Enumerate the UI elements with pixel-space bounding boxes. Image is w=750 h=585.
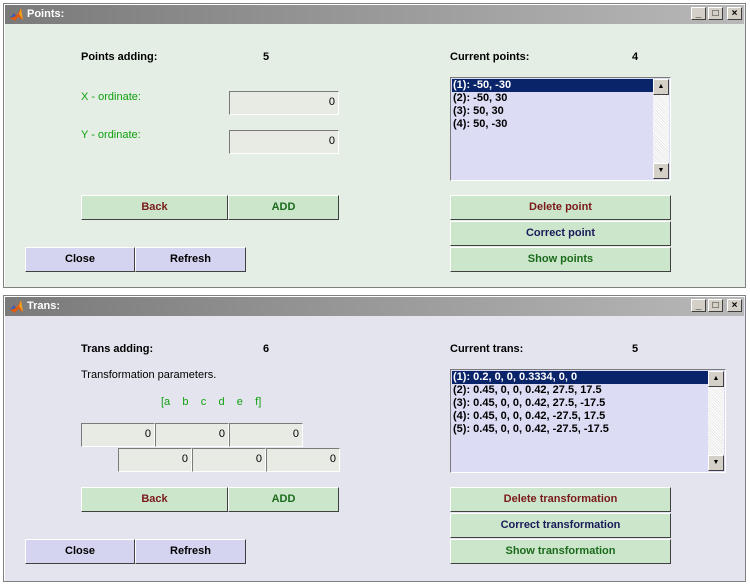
y-ordinate-input[interactable]: 0 [229,130,339,154]
add-point-button[interactable]: ADD [228,195,339,220]
points-window: Points: _ □ × Points adding: 5 X - ordin… [3,3,746,288]
list-item[interactable]: (5): 0.45, 0, 0, 0.42, -27.5, -17.5 [452,423,708,436]
back-button[interactable]: Back [81,195,228,220]
minimize-button[interactable]: _ [691,7,706,20]
refresh-button[interactable]: Refresh [135,247,246,272]
back-button[interactable]: Back [81,487,228,512]
close-button[interactable]: Close [25,539,135,564]
minimize-icon: _ [695,300,702,311]
correct-point-button[interactable]: Correct point [450,221,671,246]
delete-transformation-button[interactable]: Delete transformation [450,487,671,512]
transformation-parameters-label: Transformation parameters. [81,369,217,381]
trans-titlebar[interactable]: Trans: _ □ × [5,297,744,316]
points-scrollbar[interactable]: ▲ ▼ [653,79,669,179]
arrow-up-icon[interactable]: ▲ [653,79,669,95]
param-f-input[interactable]: 0 [266,448,340,472]
trans-window: Trans: _ □ × Trans adding: 6 Transformat… [3,295,746,582]
list-item[interactable]: (3): 50, 30 [452,105,653,118]
arrow-up-icon[interactable]: ▲ [708,371,724,387]
add-trans-button[interactable]: ADD [228,487,339,512]
current-points-count: 4 [632,51,639,63]
trans-list: (1): 0.2, 0, 0, 0.3334, 0, 0 (2): 0.45, … [452,371,708,436]
param-c-input[interactable]: 0 [229,423,303,447]
maximize-button[interactable]: □ [708,299,723,312]
points-adding-label: Points adding: [81,51,158,63]
points-window-title: Points: [27,8,65,20]
maximize-icon: □ [712,8,719,19]
current-points-listbox[interactable]: (1): -50, -30 (2): -50, 30 (3): 50, 30 (… [450,77,671,181]
parameter-names-label: [a b c d e f] [161,396,262,408]
list-item[interactable]: (1): 0.2, 0, 0, 0.3334, 0, 0 [452,371,708,384]
correct-transformation-button[interactable]: Correct transformation [450,513,671,538]
param-e-input[interactable]: 0 [192,448,266,472]
list-item[interactable]: (2): 0.45, 0, 0, 0.42, 27.5, 17.5 [452,384,708,397]
close-window-button[interactable]: × [727,299,742,312]
list-item[interactable]: (2): -50, 30 [452,92,653,105]
x-ordinate-label: X - ordinate: [81,91,141,103]
param-d-input[interactable]: 0 [118,448,192,472]
trans-window-title: Trans: [27,300,61,312]
show-transformation-button[interactable]: Show transformation [450,539,671,564]
current-trans-listbox[interactable]: (1): 0.2, 0, 0, 0.3334, 0, 0 (2): 0.45, … [450,369,726,473]
minimize-button[interactable]: _ [691,299,706,312]
trans-adding-value: 6 [263,343,270,355]
list-item[interactable]: (4): 0.45, 0, 0, 0.42, -27.5, 17.5 [452,410,708,423]
arrow-down-icon[interactable]: ▼ [708,455,724,471]
delete-point-button[interactable]: Delete point [450,195,671,220]
maximize-icon: □ [712,300,719,311]
points-list: (1): -50, -30 (2): -50, 30 (3): 50, 30 (… [452,79,653,131]
param-a-input[interactable]: 0 [81,423,155,447]
current-trans-label: Current trans: [450,343,524,355]
close-button[interactable]: Close [25,247,135,272]
trans-window-controls: _ □ × [689,299,742,314]
maximize-button[interactable]: □ [708,7,723,20]
matlab-logo-icon [10,8,23,21]
minimize-icon: _ [695,8,702,19]
refresh-button[interactable]: Refresh [135,539,246,564]
trans-adding-label: Trans adding: [81,343,154,355]
list-item[interactable]: (1): -50, -30 [452,79,653,92]
list-item[interactable]: (4): 50, -30 [452,118,653,131]
show-points-button[interactable]: Show points [450,247,671,272]
close-icon: × [731,8,738,19]
y-ordinate-label: Y - ordinate: [81,129,141,141]
close-icon: × [731,300,738,311]
list-item[interactable]: (3): 0.45, 0, 0, 0.42, 27.5, -17.5 [452,397,708,410]
param-b-input[interactable]: 0 [155,423,229,447]
matlab-logo-icon [10,300,23,313]
close-window-button[interactable]: × [727,7,742,20]
trans-scrollbar[interactable]: ▲ ▼ [708,371,724,471]
arrow-down-icon[interactable]: ▼ [653,163,669,179]
x-ordinate-input[interactable]: 0 [229,91,339,115]
current-trans-count: 5 [632,343,639,355]
points-titlebar[interactable]: Points: _ □ × [5,5,744,24]
points-adding-value: 5 [263,51,270,63]
points-window-controls: _ □ × [689,7,742,22]
current-points-label: Current points: [450,51,530,63]
